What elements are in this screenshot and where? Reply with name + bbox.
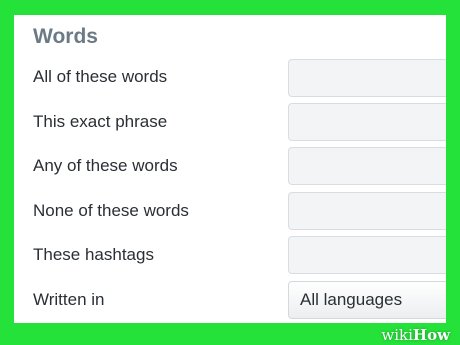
written-in-label: Written in bbox=[33, 290, 105, 309]
any-words-input[interactable] bbox=[288, 147, 446, 185]
wikihow-watermark: wikiHow bbox=[381, 326, 450, 344]
none-words-input[interactable] bbox=[288, 192, 446, 230]
exact-phrase-input[interactable] bbox=[288, 103, 446, 141]
highlight-frame: Words All of these words This exact phra… bbox=[0, 0, 460, 345]
advanced-search-words-panel: Words All of these words This exact phra… bbox=[32, 15, 446, 323]
any-words-label: Any of these words bbox=[33, 156, 178, 175]
language-select-value: All languages bbox=[300, 290, 403, 309]
none-words-label: None of these words bbox=[33, 201, 189, 220]
language-select[interactable]: All languages bbox=[288, 281, 446, 319]
hashtags-label: These hashtags bbox=[33, 245, 154, 264]
all-words-label: All of these words bbox=[33, 67, 168, 86]
all-words-input[interactable] bbox=[288, 59, 446, 97]
watermark-how: How bbox=[412, 326, 450, 344]
section-title: Words bbox=[33, 25, 98, 48]
exact-phrase-label: This exact phrase bbox=[33, 112, 168, 131]
watermark-wiki: wiki bbox=[381, 326, 413, 344]
hashtags-input[interactable] bbox=[288, 236, 446, 274]
